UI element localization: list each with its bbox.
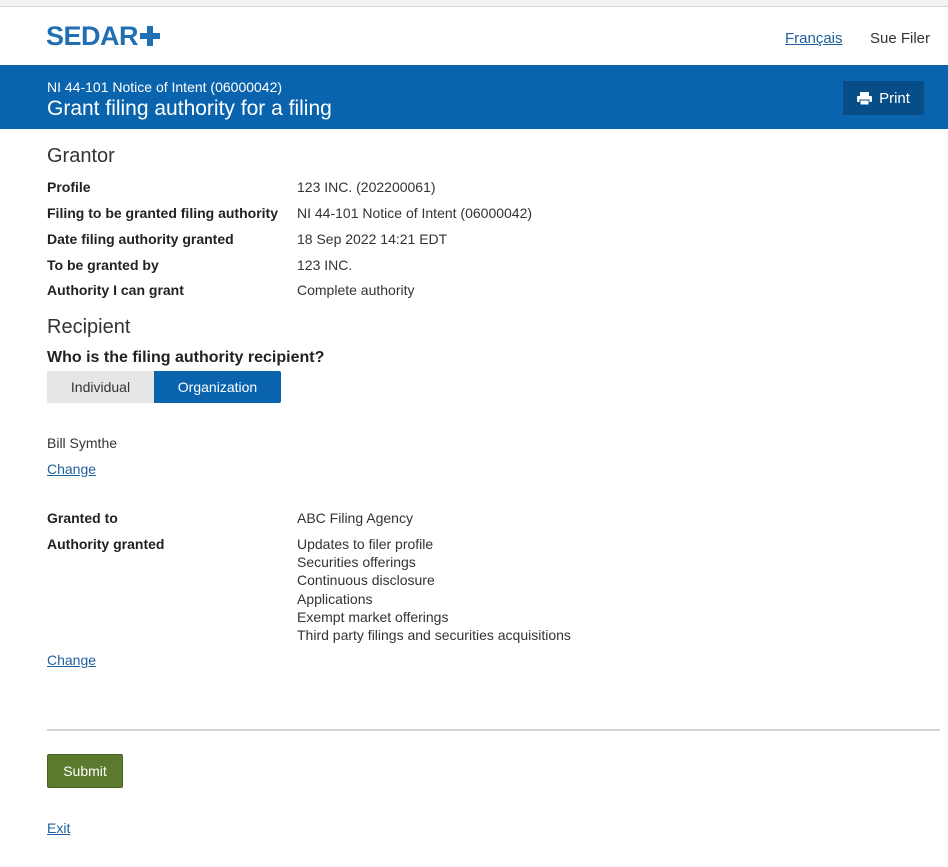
print-button[interactable]: Print [843, 81, 924, 115]
toggle-individual[interactable]: Individual [47, 371, 154, 403]
list-item: Exempt market offerings [297, 608, 449, 625]
top-border [0, 0, 948, 7]
change-person-link[interactable]: Change [47, 461, 96, 477]
page-banner: NI 44-101 Notice of Intent (06000042) Gr… [0, 65, 948, 129]
submit-button[interactable]: Submit [47, 754, 123, 788]
user-name[interactable]: Sue Filer [870, 30, 930, 47]
logo-text: SEDAR [46, 21, 139, 51]
printer-icon [857, 91, 873, 105]
site-header: SEDAR Français Sue Filer [0, 7, 948, 65]
plus-icon [139, 25, 161, 47]
grantor-heading: Grantor [47, 145, 115, 167]
recipient-heading: Recipient [47, 316, 131, 338]
authority-granted-list: Updates to filer profile Securities offe… [297, 535, 571, 644]
authority-can-grant-label: Authority I can grant [47, 282, 184, 298]
recipient-person-name: Bill Symthe [47, 435, 118, 451]
sedar-logo[interactable]: SEDAR [46, 21, 161, 51]
profile-label: Profile [47, 179, 91, 195]
divider [47, 729, 940, 731]
language-link[interactable]: Français [785, 30, 843, 47]
authority-can-grant-value: Complete authority [297, 282, 415, 298]
print-label: Print [879, 89, 910, 107]
change-authority-link[interactable]: Change [47, 652, 96, 668]
date-granted-label: Date filing authority granted [47, 231, 234, 247]
profile-value: 123 INC. (202200061) [297, 179, 436, 195]
list-item: Continuous disclosure [297, 572, 435, 589]
granted-by-label: To be granted by [47, 257, 159, 273]
granted-to-label: Granted to [47, 510, 118, 526]
recipient-type-toggle: Individual Organization [47, 371, 281, 403]
list-item: Updates to filer profile [297, 536, 434, 552]
list-item: Third party filings and securities acqui… [297, 627, 571, 644]
date-granted-value: 18 Sep 2022 14:21 EDT [297, 231, 448, 247]
authority-granted-label: Authority granted [47, 536, 165, 552]
filing-label: Filing to be granted filing authority [47, 205, 278, 221]
granted-to-value: ABC Filing Agency [297, 510, 413, 526]
list-item: Applications [297, 590, 373, 607]
toggle-organization[interactable]: Organization [154, 371, 281, 403]
page-title: Grant filing authority for a filing [47, 97, 332, 120]
exit-link[interactable]: Exit [47, 820, 70, 836]
list-item: Securities offerings [297, 554, 416, 571]
granted-by-value: 123 INC. [297, 257, 353, 273]
recipient-question: Who is the filing authority recipient? [47, 349, 325, 366]
filing-value: NI 44-101 Notice of Intent (06000042) [297, 205, 533, 221]
filing-subtitle: NI 44-101 Notice of Intent (06000042) [47, 79, 283, 95]
